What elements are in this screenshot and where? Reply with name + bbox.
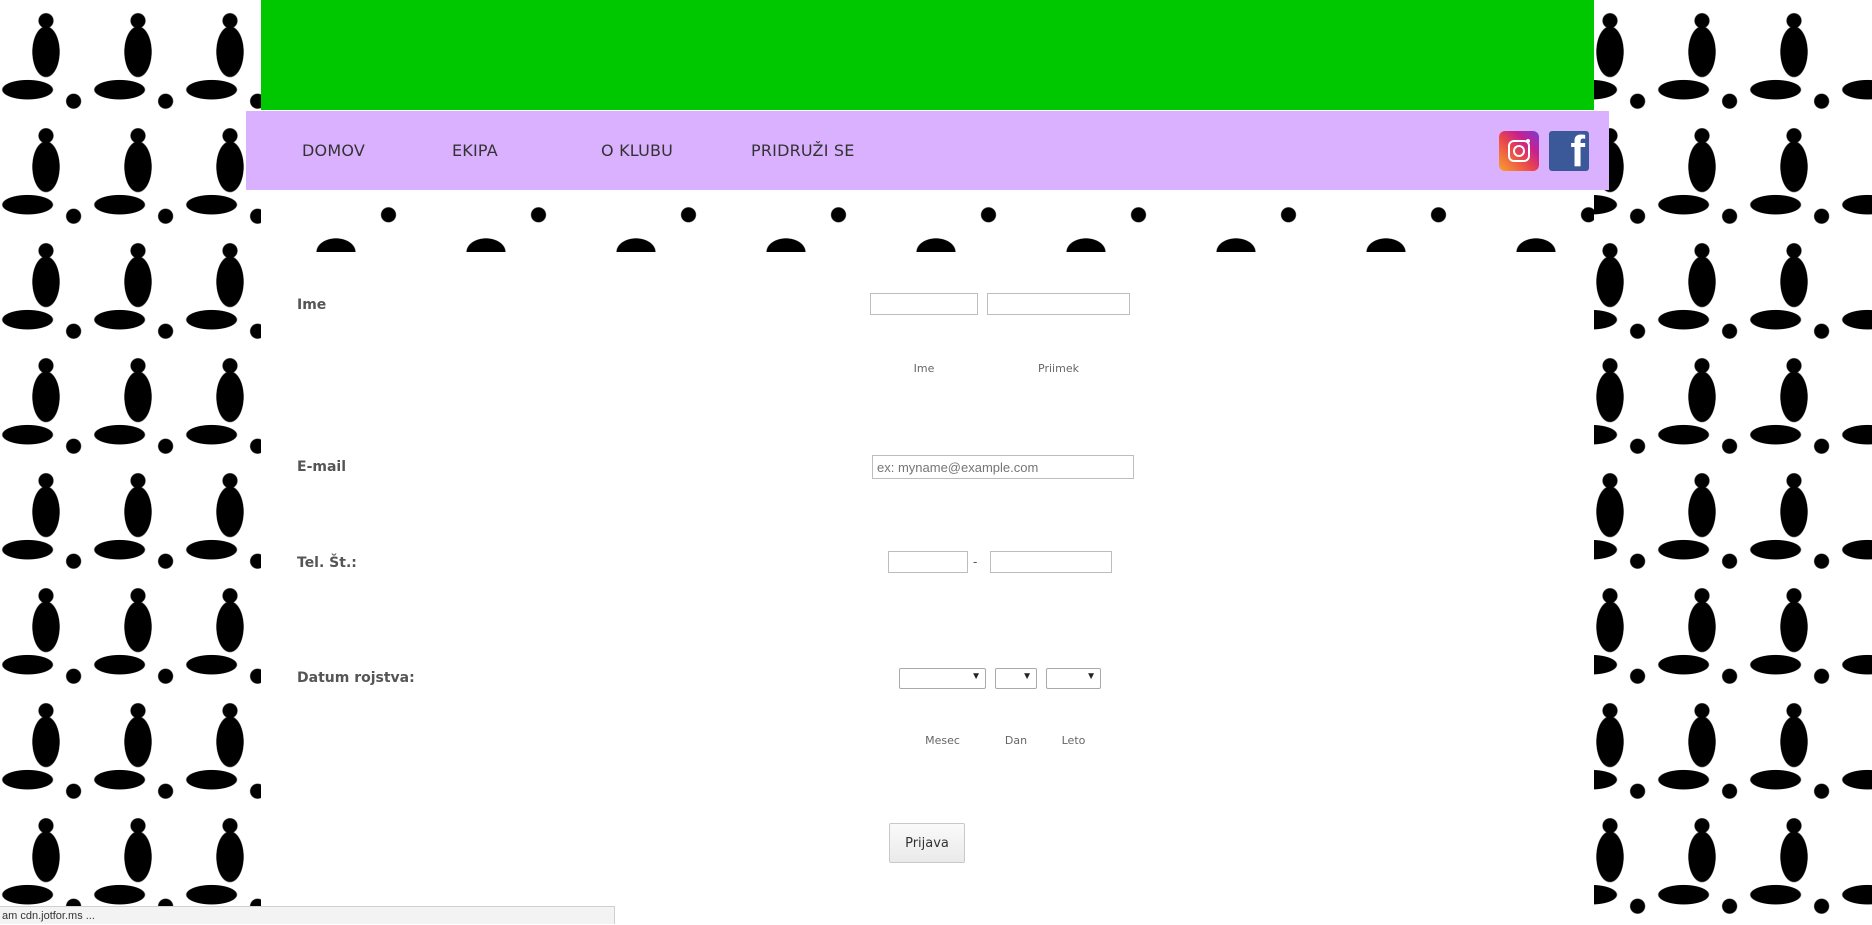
phone-area-input[interactable] [888, 551, 968, 573]
nav-item-domov[interactable]: DOMOV [302, 141, 365, 160]
birth-year-sublabel: Leto [1061, 734, 1086, 747]
chevron-down-icon: ▼ [1022, 671, 1032, 682]
birthdate-label: Datum rojstva: [297, 670, 415, 686]
chevron-down-icon: ▼ [971, 671, 981, 682]
phone-number-input[interactable] [990, 551, 1112, 573]
name-label: Ime [297, 297, 327, 313]
last-name-input[interactable] [987, 293, 1130, 315]
nav-item-o-klubu[interactable]: O KLUBU [601, 141, 673, 160]
first-name-sublabel: Ime [913, 362, 935, 375]
main-navbar: DOMOV EKIPA O KLUBU PRIDRUŽI SE f [246, 111, 1609, 190]
birth-year-select[interactable]: ▼ [1046, 668, 1101, 689]
silhouette-strip-decoration [261, 190, 1594, 252]
first-name-input[interactable] [870, 293, 978, 315]
phone-label: Tel. Št.: [297, 555, 357, 571]
nav-item-ekipa[interactable]: EKIPA [452, 141, 498, 160]
last-name-sublabel: Priimek [1038, 362, 1079, 375]
browser-status-bar: am cdn.jotfor.ms ... [0, 906, 615, 924]
birth-month-sublabel: Mesec [925, 734, 960, 747]
instagram-icon[interactable] [1499, 131, 1539, 171]
nav-item-pridruzi-se[interactable]: PRIDRUŽI SE [751, 141, 855, 160]
header-banner [261, 0, 1594, 110]
email-input[interactable] [872, 455, 1134, 479]
birth-day-sublabel: Dan [1004, 734, 1028, 747]
email-label: E-mail [297, 459, 347, 475]
phone-separator: - [973, 554, 978, 569]
birth-month-select[interactable]: ▼ [899, 668, 986, 689]
facebook-icon[interactable]: f [1549, 131, 1589, 171]
birth-day-select[interactable]: ▼ [995, 668, 1037, 689]
submit-button[interactable]: Prijava [889, 823, 965, 863]
chevron-down-icon: ▼ [1086, 671, 1096, 682]
